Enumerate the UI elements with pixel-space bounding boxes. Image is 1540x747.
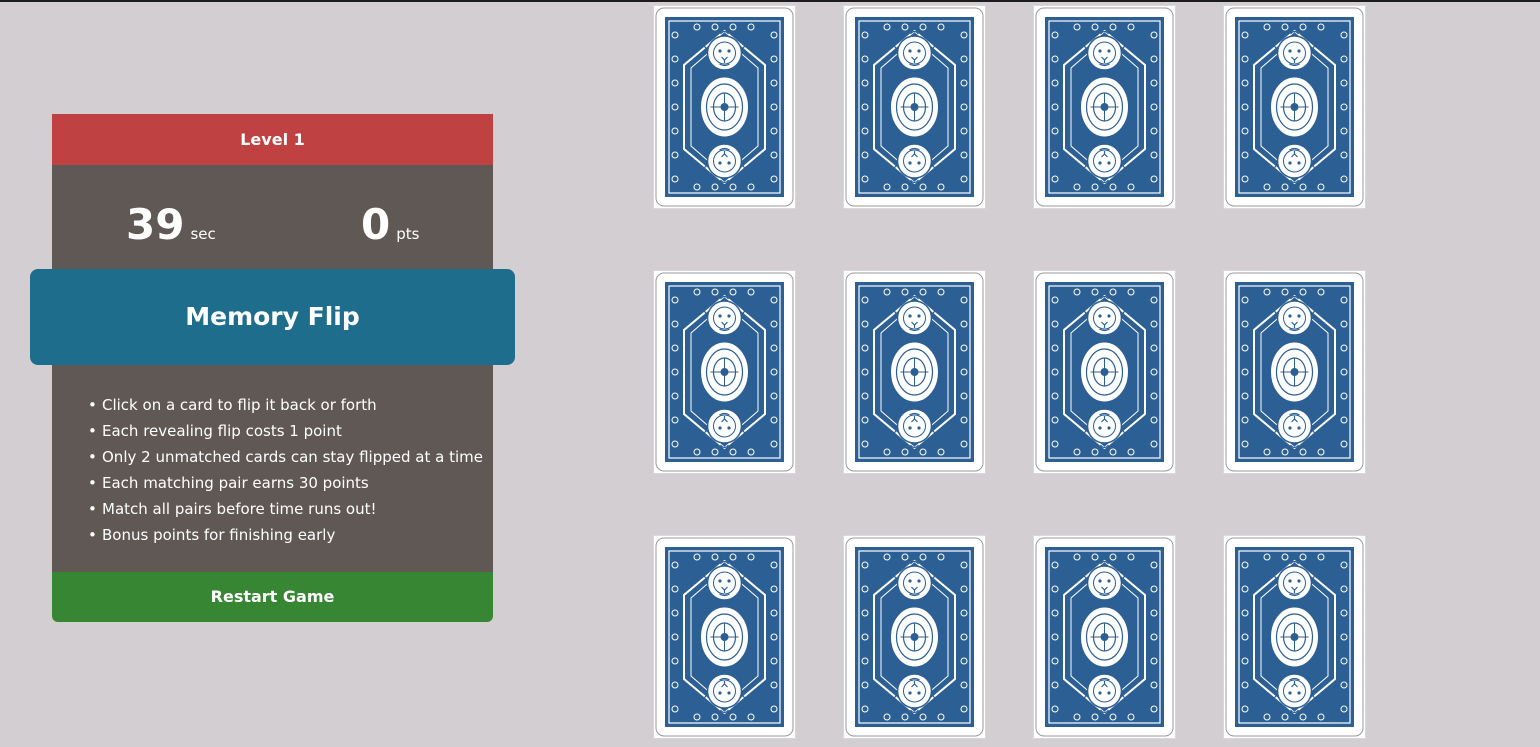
rule-item: Only 2 unmatched cards can stay flipped … — [88, 444, 483, 470]
lion-card-back-icon — [653, 270, 796, 474]
restart-button[interactable]: Restart Game — [52, 572, 493, 622]
game-panel: Level 1 39 sec 0 pts Memory Flip Click on … — [30, 114, 515, 622]
score-value: 0 — [361, 200, 391, 249]
memory-card[interactable] — [1033, 535, 1176, 739]
memory-card[interactable] — [843, 535, 986, 739]
memory-card[interactable] — [1223, 270, 1366, 474]
lion-card-back-icon — [653, 5, 796, 209]
score-unit: pts — [396, 225, 420, 243]
lion-card-back-icon — [1223, 5, 1366, 209]
memory-card[interactable] — [653, 535, 796, 739]
timer: 39 sec — [126, 201, 216, 249]
memory-card[interactable] — [1223, 535, 1366, 739]
lion-card-back-icon — [843, 270, 986, 474]
rules-box: Click on a card to flip it back or forth… — [52, 365, 493, 572]
rule-item: Match all pairs before time runs out! — [88, 496, 483, 522]
lion-card-back-icon — [1033, 5, 1176, 209]
level-label: Level 1 — [52, 114, 493, 165]
memory-card[interactable] — [653, 270, 796, 474]
memory-card[interactable] — [1033, 270, 1176, 474]
lion-card-back-icon — [1033, 270, 1176, 474]
game-title: Memory Flip — [30, 269, 515, 365]
lion-card-back-icon — [1223, 270, 1366, 474]
memory-card[interactable] — [653, 5, 796, 209]
stats-area: 39 sec 0 pts — [52, 165, 493, 269]
memory-card[interactable] — [1223, 5, 1366, 209]
lion-card-back-icon — [1033, 535, 1176, 739]
rule-item: Each matching pair earns 30 points — [88, 470, 483, 496]
memory-card[interactable] — [843, 270, 986, 474]
rules-list: Click on a card to flip it back or forth… — [88, 392, 483, 548]
timer-value: 39 — [126, 200, 185, 249]
memory-card[interactable] — [1033, 5, 1176, 209]
rule-item: Click on a card to flip it back or forth — [88, 392, 483, 418]
lion-card-back-icon — [1223, 535, 1366, 739]
score: 0 pts — [361, 201, 419, 249]
memory-card[interactable] — [843, 5, 986, 209]
lion-card-back-icon — [843, 535, 986, 739]
lion-card-back-icon — [653, 535, 796, 739]
rule-item: Bonus points for finishing early — [88, 522, 483, 548]
timer-unit: sec — [190, 225, 216, 243]
rule-item: Each revealing flip costs 1 point — [88, 418, 483, 444]
lion-card-back-icon — [843, 5, 986, 209]
